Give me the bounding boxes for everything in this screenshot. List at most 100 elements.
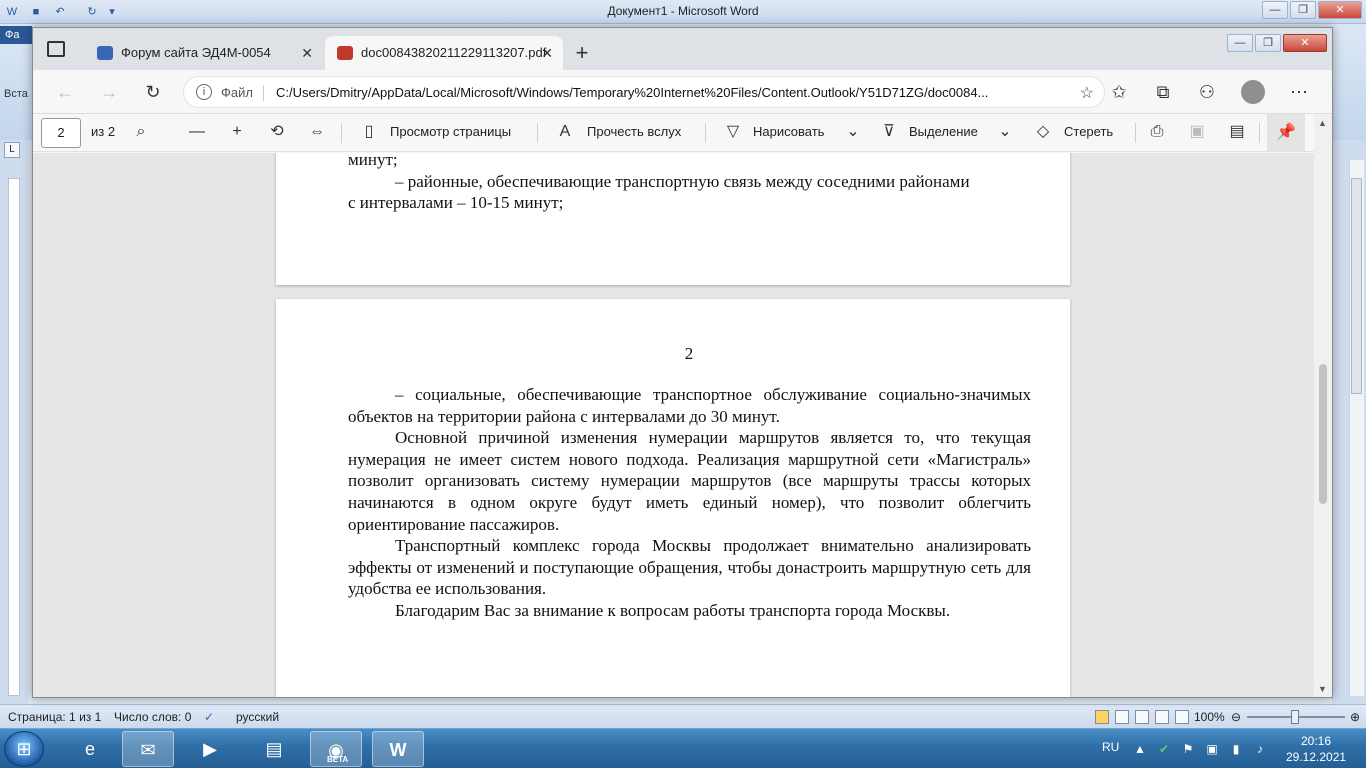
address-url[interactable]: C:/Users/Dmitry/AppData/Local/Microsoft/… <box>276 85 988 100</box>
erase-button[interactable]: Стереть <box>1064 124 1113 139</box>
edge-minimize-button[interactable]: — <box>1227 34 1253 52</box>
outlook-icon[interactable]: ✉ <box>122 731 174 767</box>
page-view-button[interactable]: Просмотр страницы <box>390 124 511 139</box>
proofing-icon[interactable]: ✓ <box>204 710 214 724</box>
input-language[interactable]: RU <box>1102 740 1119 754</box>
clock[interactable]: 20:16 29.12.2021 <box>1286 733 1346 765</box>
fit-page-icon[interactable]: ⇔ <box>307 122 327 142</box>
zoom-out-icon[interactable]: — <box>187 122 207 142</box>
tab-selector-icon[interactable]: L <box>4 142 20 158</box>
pdf-scrollbar-thumb[interactable] <box>1319 364 1327 504</box>
file-explorer-icon[interactable]: ▤ <box>248 731 300 767</box>
search-icon[interactable]: ⌕ <box>131 122 151 142</box>
scroll-up-icon[interactable]: ▲ <box>1318 118 1327 128</box>
zoom-out-icon[interactable]: ⊖ <box>1231 710 1241 724</box>
pdf-page-number: 2 <box>684 344 694 363</box>
page-number-input[interactable]: 2 <box>41 118 81 148</box>
pdf-paragraph: Основной причиной изменения нумерации ма… <box>348 428 1031 534</box>
start-button[interactable]: ⊞ <box>4 731 44 767</box>
tab-actions-icon[interactable] <box>47 41 65 57</box>
back-icon[interactable]: ← <box>53 80 77 104</box>
pin-toolbar-icon[interactable]: 📌 <box>1267 114 1305 152</box>
print-layout-view-icon[interactable] <box>1095 710 1109 724</box>
address-bar[interactable]: i Файл C:/Users/Dmitry/AppData/Local/Mic… <box>183 76 1105 108</box>
close-tab-icon[interactable]: ✕ <box>541 36 553 70</box>
forward-icon[interactable]: → <box>97 80 121 104</box>
print-icon[interactable]: ⎙ <box>1147 122 1167 142</box>
profile-avatar[interactable] <box>1241 80 1265 104</box>
paste-button-label[interactable]: Вста <box>4 88 28 100</box>
pdf-scrollbar[interactable]: ▲ ▼ <box>1314 114 1332 697</box>
edge-nav-bar: ← → ↻ i Файл C:/Users/Dmitry/AppData/Loc… <box>33 70 1332 114</box>
erase-icon[interactable]: ◇ <box>1033 122 1053 142</box>
web-layout-view-icon[interactable] <box>1135 710 1149 724</box>
tab-label: Форум сайта ЭД4М-0054 <box>121 45 271 60</box>
address-scheme-label: Файл <box>221 85 253 100</box>
show-hidden-icons-icon[interactable]: ▲ <box>1132 741 1148 757</box>
pdf-page-1: минут; – районные, обеспечивающие трансп… <box>276 153 1070 285</box>
pdf-icon <box>337 46 353 60</box>
word-maximize-button[interactable]: ❐ <box>1290 1 1316 19</box>
share-icon[interactable]: ⚇ <box>1195 80 1219 104</box>
zoom-slider-thumb[interactable] <box>1291 710 1299 724</box>
edge-close-button[interactable]: ✕ <box>1283 34 1327 52</box>
new-tab-button[interactable]: + <box>570 42 594 66</box>
edge-beta-badge: BETA <box>327 755 349 764</box>
zoom-level[interactable]: 100% <box>1194 710 1225 724</box>
highlight-options-chevron-icon[interactable]: ⌄ <box>995 122 1015 142</box>
pdf-page-2: 2 – социальные, обеспечивающие транспорт… <box>276 299 1070 697</box>
status-words[interactable]: Число слов: 0 <box>114 710 191 724</box>
draw-button[interactable]: Нарисовать <box>753 124 824 139</box>
highlight-button[interactable]: Выделение <box>909 124 978 139</box>
pdf-paragraph: – социальные, обеспечивающие транспортно… <box>348 385 1031 426</box>
network-icon[interactable]: ▮ <box>1228 741 1244 757</box>
more-options-icon[interactable]: ⋯ <box>1287 80 1311 104</box>
pdf-viewport[interactable]: минут; – районные, обеспечивающие трансп… <box>33 153 1314 697</box>
read-aloud-button[interactable]: Прочесть вслух <box>587 124 681 139</box>
volume-icon[interactable]: ♪ <box>1252 741 1268 757</box>
collections-icon[interactable]: ⧉ <box>1151 80 1175 104</box>
rotate-icon[interactable]: ⟲ <box>267 122 287 142</box>
favorites-icon[interactable]: ✩ <box>1107 80 1131 104</box>
tab-forum[interactable]: Форум сайта ЭД4М-0054 ✕ <box>85 36 323 70</box>
device-tray-icon[interactable]: ▣ <box>1204 741 1220 757</box>
edge-maximize-button[interactable]: ❐ <box>1255 34 1281 52</box>
word-minimize-button[interactable]: — <box>1262 1 1288 19</box>
toolbar-divider <box>341 123 342 143</box>
close-tab-icon[interactable]: ✕ <box>301 36 313 70</box>
word-window-title: Документ1 - Microsoft Word <box>607 4 759 18</box>
internet-explorer-icon[interactable]: e <box>64 731 116 767</box>
highlight-icon[interactable]: ⊽ <box>879 122 899 142</box>
read-aloud-icon[interactable]: A <box>555 122 575 142</box>
refresh-icon[interactable]: ↻ <box>141 80 165 104</box>
save-as-icon[interactable]: ▤ <box>1227 122 1247 142</box>
full-screen-reading-view-icon[interactable] <box>1115 710 1129 724</box>
draw-options-chevron-icon[interactable]: ⌄ <box>843 122 863 142</box>
tab-pdf[interactable]: doc00843820211229113207.pdf ✕ <box>325 36 563 70</box>
draw-icon[interactable]: ▽ <box>723 122 743 142</box>
status-language[interactable]: русский <box>236 710 279 724</box>
edge-tab-bar: Форум сайта ЭД4М-0054 ✕ doc0084382021122… <box>33 28 1332 70</box>
pdf-text-line: с интервалами – 10-15 минут; <box>348 193 564 212</box>
zoom-in-icon[interactable]: ⊕ <box>1350 710 1360 724</box>
page-view-icon[interactable]: ▯ <box>359 122 379 142</box>
word-close-button[interactable]: ✕ <box>1318 1 1362 19</box>
status-page[interactable]: Страница: 1 из 1 <box>8 710 101 724</box>
info-icon[interactable]: i <box>196 84 212 100</box>
edge-window: Форум сайта ЭД4М-0054 ✕ doc0084382021122… <box>32 27 1333 698</box>
word-scrollbar-thumb[interactable] <box>1351 178 1362 394</box>
vertical-ruler <box>8 178 20 696</box>
draft-view-icon[interactable] <box>1175 710 1189 724</box>
security-tray-icon[interactable]: ✔ <box>1156 741 1172 757</box>
scroll-down-icon[interactable]: ▼ <box>1318 684 1327 694</box>
media-player-icon[interactable]: ▶ <box>184 731 236 767</box>
outline-view-icon[interactable] <box>1155 710 1169 724</box>
pdf-paragraph: Транспортный комплекс города Москвы прод… <box>348 536 1031 599</box>
action-center-flag-icon[interactable]: ⚑ <box>1180 741 1196 757</box>
word-file-tab[interactable]: Фа <box>0 26 32 44</box>
zoom-in-icon[interactable]: + <box>227 122 247 142</box>
add-favorite-icon[interactable]: ☆ <box>1080 83 1094 103</box>
save-icon[interactable]: ▣ <box>1187 122 1207 142</box>
pdf-toolbar: 2 из 2 ⌕ — + ⟲ ⇔ ▯ Просмотр страницы A П… <box>33 114 1332 152</box>
word-taskbar-icon[interactable]: W <box>372 731 424 767</box>
